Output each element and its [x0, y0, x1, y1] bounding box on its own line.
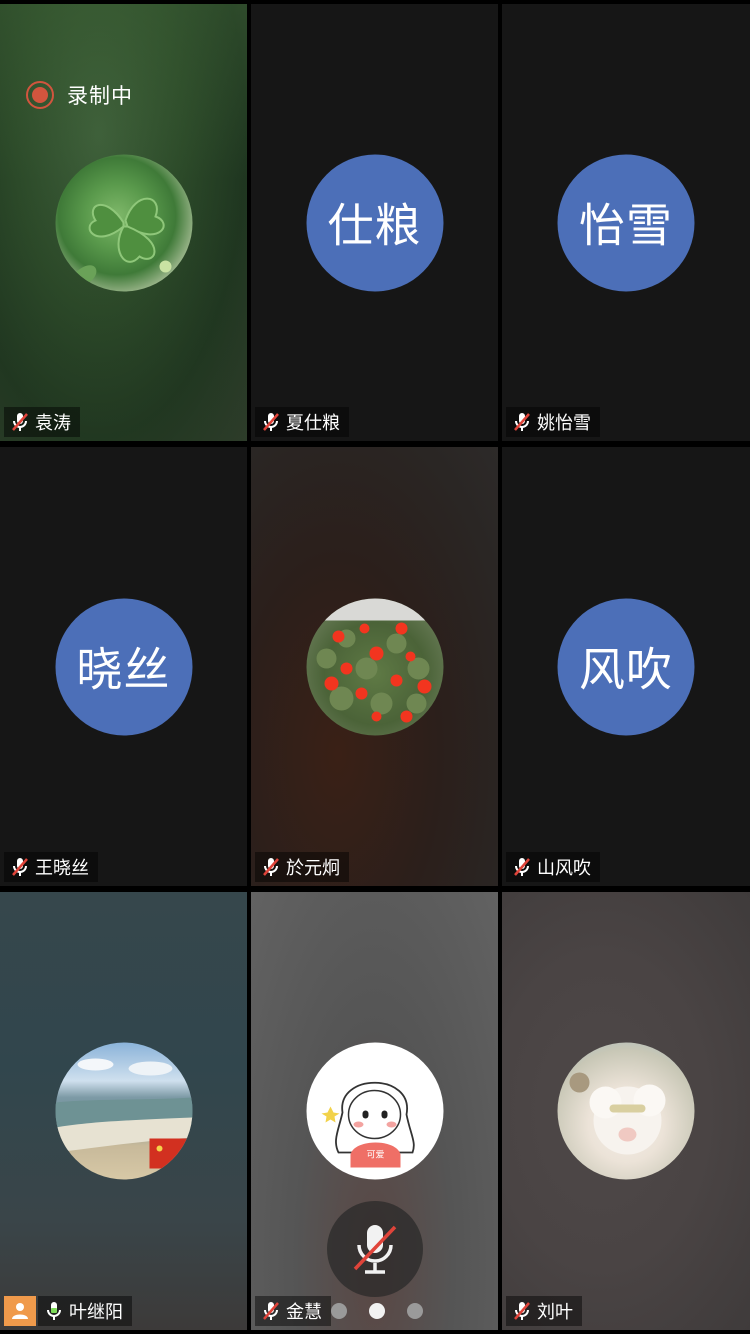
mic-muted-icon: [514, 1302, 530, 1320]
record-icon: [26, 81, 54, 109]
participant-name-tag: 姚怡雪: [506, 407, 600, 437]
mic-on-icon: [47, 1302, 61, 1320]
participant-name: 袁涛: [35, 413, 71, 434]
plush-lamb-icon: [569, 1072, 666, 1155]
avatar-photo: [55, 154, 192, 291]
video-grid: 录制中 袁涛 仕粮 夏仕粮 怡雪 姚怡雪 晓丝 王晓丝 於元炯 风吹 山风吹 叶…: [0, 0, 750, 1334]
mute-toggle-button[interactable]: [327, 1201, 423, 1297]
avatar-text: 仕粮: [327, 198, 422, 253]
beach-icon: [55, 1058, 192, 1169]
avatar-text: 晓丝: [76, 642, 171, 697]
mic-muted-icon: [353, 1225, 397, 1274]
participant-name-tag: 叶继阳: [38, 1296, 132, 1326]
flowers-icon: [306, 598, 443, 722]
cartoon-girl-icon: 可爱: [321, 1081, 415, 1168]
avatar-photo: [55, 1042, 192, 1180]
participant-name-tag: 刘叶: [506, 1296, 582, 1326]
participant-name: 金慧: [286, 1302, 322, 1323]
page-indicator: [331, 1303, 423, 1319]
participant-name-tag: 袁涛: [4, 407, 80, 437]
participant-tile-9[interactable]: 刘叶: [502, 892, 750, 1330]
participant-tile-3[interactable]: 怡雪 姚怡雪: [502, 4, 750, 441]
avatar-initials: 晓丝: [55, 598, 192, 735]
mic-muted-icon: [263, 858, 279, 876]
mic-muted-icon: [514, 858, 530, 876]
recording-indicator: 录制中: [26, 80, 133, 110]
participant-tile-4[interactable]: 晓丝 王晓丝: [0, 447, 247, 886]
avatar-initials: 仕粮: [306, 154, 443, 291]
participant-tile-5[interactable]: 於元炯: [251, 447, 498, 886]
participant-name-tag: 夏仕粮: [255, 407, 349, 437]
avatar-text: 风吹: [579, 642, 673, 697]
page-dot-3[interactable]: [407, 1303, 423, 1319]
participant-tile-6[interactable]: 风吹 山风吹: [502, 447, 750, 886]
avatar-initials: 风吹: [557, 598, 695, 735]
participant-tile-2[interactable]: 仕粮 夏仕粮: [251, 4, 498, 441]
clover-icon: [75, 197, 171, 284]
avatar-photo: [557, 1042, 695, 1180]
mic-muted-icon: [514, 413, 530, 431]
mic-muted-icon: [12, 413, 28, 431]
participant-name-tag: 山风吹: [506, 852, 600, 882]
participant-name-tag: 金慧: [255, 1296, 331, 1326]
page-dot-1[interactable]: [331, 1303, 347, 1319]
recording-label: 录制中: [67, 84, 133, 108]
participant-name-tag: 王晓丝: [4, 852, 98, 882]
participant-name: 山风吹: [537, 858, 591, 879]
shirt-text: 可爱: [366, 1150, 384, 1161]
participant-name-tag: 於元炯: [255, 852, 349, 882]
avatar-initials: 怡雪: [557, 154, 695, 291]
mic-muted-icon: [12, 858, 28, 876]
participant-name: 王晓丝: [35, 858, 89, 879]
participant-name: 叶继阳: [69, 1302, 123, 1323]
mic-muted-icon: [263, 1302, 279, 1320]
participant-tile-7[interactable]: 叶继阳: [0, 892, 247, 1330]
avatar-photo: 可爱: [306, 1042, 443, 1180]
participant-name: 夏仕粮: [286, 413, 340, 434]
avatar-photo: [306, 598, 443, 735]
participant-name: 於元炯: [286, 858, 340, 879]
participant-name: 刘叶: [537, 1302, 573, 1323]
participant-name: 姚怡雪: [537, 413, 591, 434]
participant-tile-1[interactable]: 录制中 袁涛: [0, 4, 247, 441]
page-dot-2[interactable]: [369, 1303, 385, 1319]
avatar-text: 怡雪: [579, 198, 673, 253]
mic-muted-icon: [263, 413, 279, 431]
host-icon: [4, 1296, 36, 1326]
